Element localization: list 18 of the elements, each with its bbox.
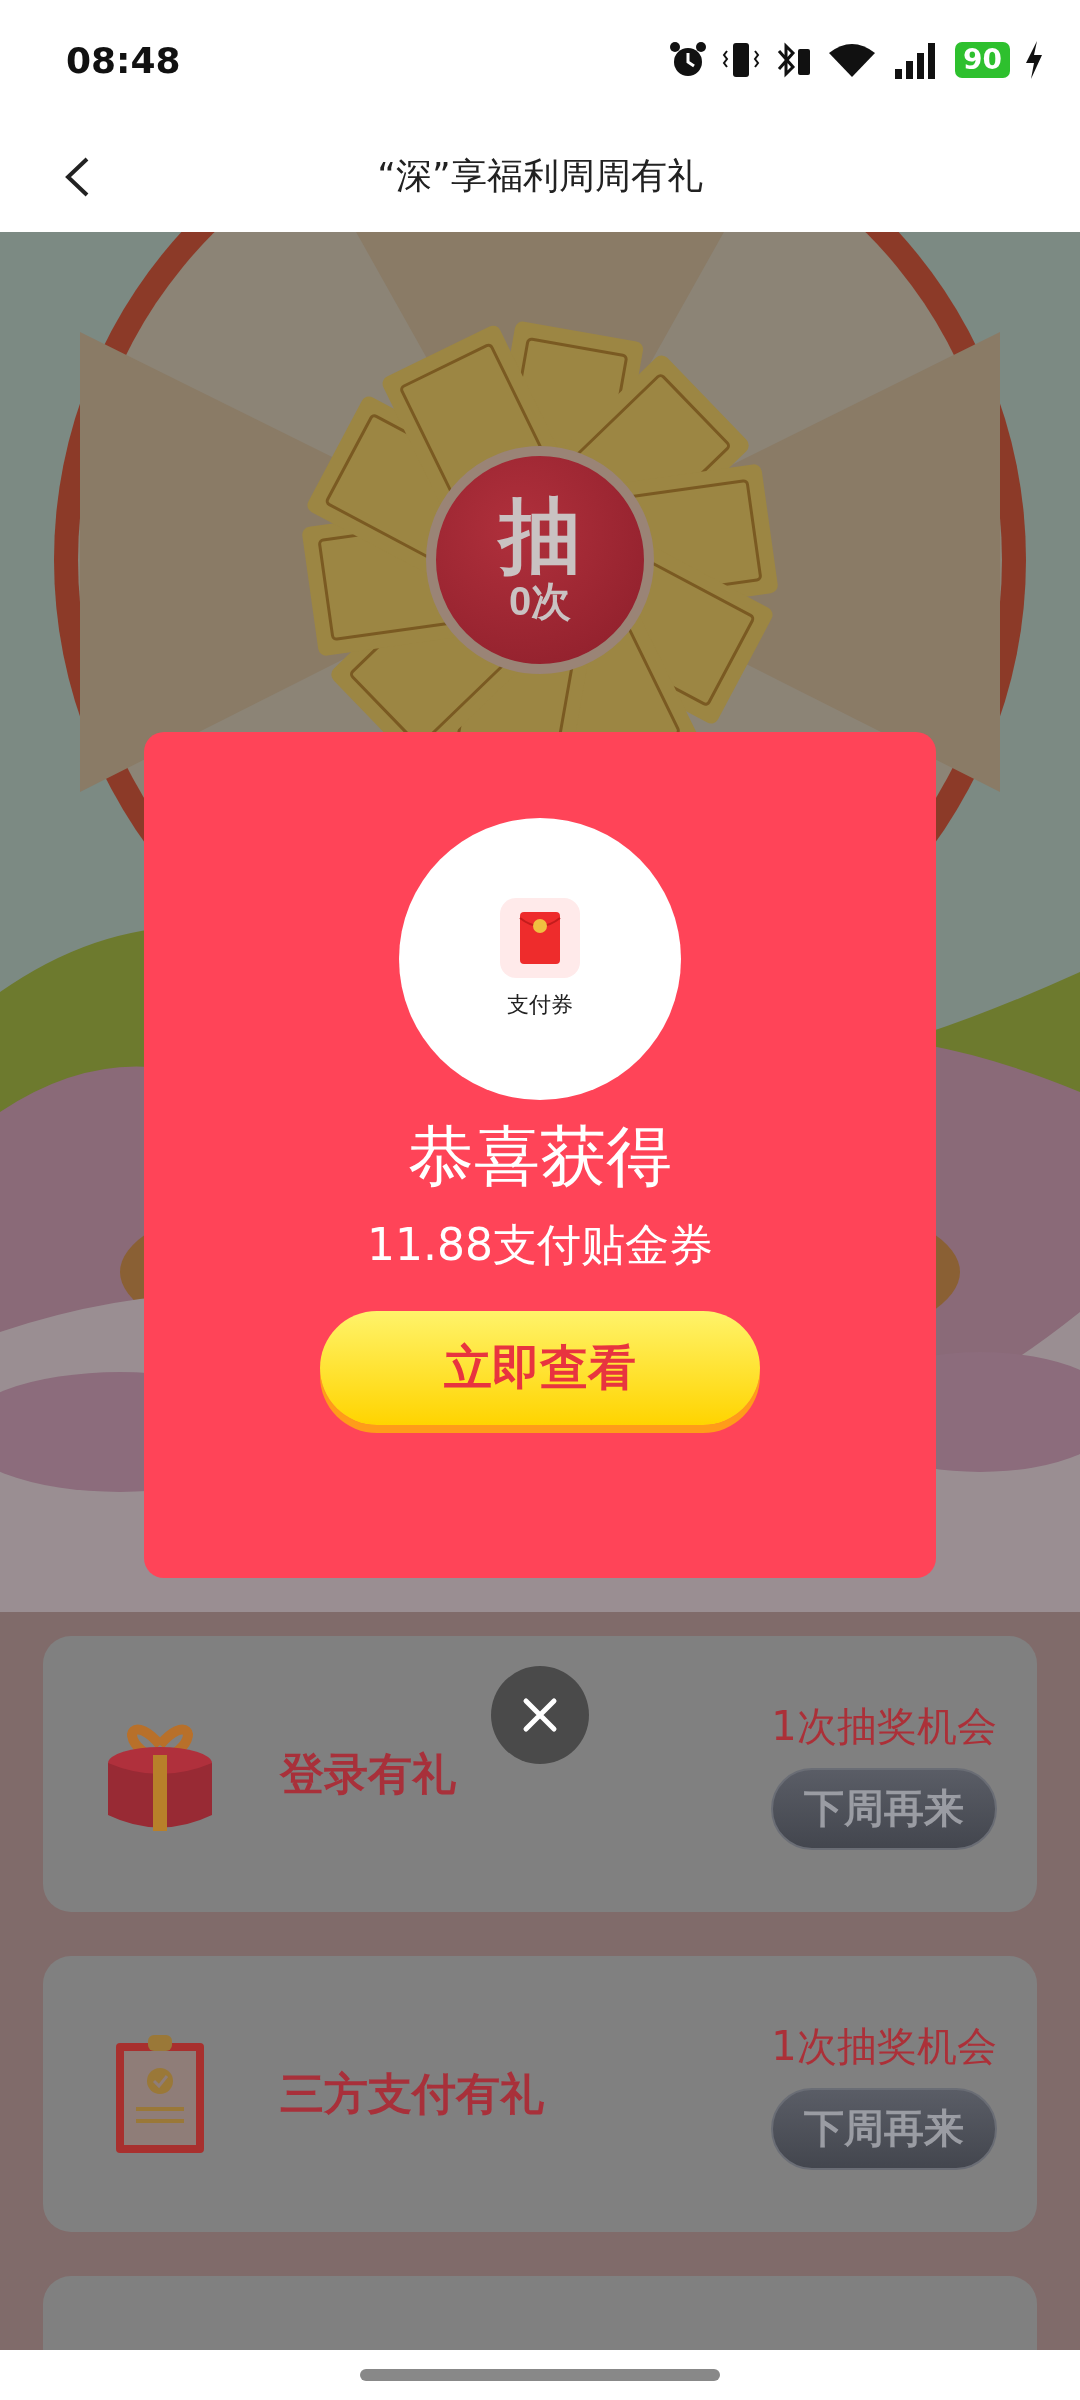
status-time: 08:48 <box>66 39 181 81</box>
back-icon[interactable] <box>64 156 90 198</box>
prize-label: 支付券 <box>507 991 573 1019</box>
task-title: 登录有礼 <box>280 1746 457 1801</box>
prize-text: 11.88支付贴金券 <box>367 1218 713 1272</box>
come-back-button[interactable]: 下周再来 <box>771 2087 997 2170</box>
clipboard-icon <box>114 2033 206 2155</box>
page-title: “深”享福利周周有礼 <box>377 153 703 198</box>
come-back-button[interactable]: 下周再来 <box>771 1767 997 1850</box>
vibrate-icon <box>721 41 762 79</box>
battery-indicator: 90 <box>955 42 1010 78</box>
alarm-icon <box>669 41 708 79</box>
dialog-title: 恭喜获得 <box>408 1117 672 1197</box>
chance-text: 1次抽奖机会 <box>771 1701 997 1751</box>
wifi-icon <box>827 41 878 79</box>
chance-text: 1次抽奖机会 <box>771 2021 997 2071</box>
envelope-icon <box>500 898 580 978</box>
task-title: 三方支付有礼 <box>280 2066 545 2121</box>
